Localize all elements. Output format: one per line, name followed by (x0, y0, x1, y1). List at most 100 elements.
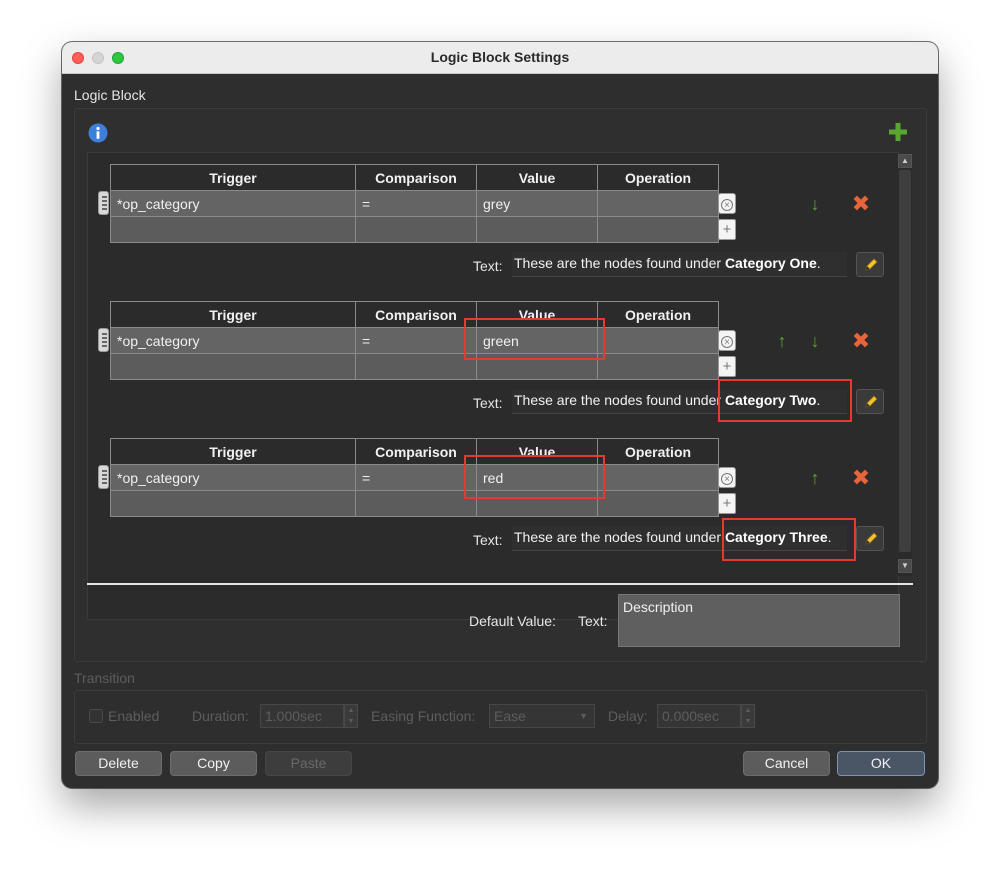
logic-table-3: Trigger Comparison Value Operation *op_c… (110, 438, 719, 517)
empty-operation-cell[interactable] (597, 490, 719, 517)
cancel-button[interactable]: Cancel (743, 751, 830, 776)
drag-handle[interactable] (98, 328, 109, 352)
enabled-checkbox[interactable] (89, 709, 103, 723)
separator (87, 583, 913, 585)
trigger-cell[interactable]: *op_category (110, 327, 356, 354)
text-prefix: These are the nodes found under (514, 255, 722, 271)
scrollbar-thumb[interactable] (899, 170, 911, 552)
text-prefix: These are the nodes found under (514, 392, 722, 408)
value-header: Value (476, 164, 598, 191)
move-down-arrow-down-icon[interactable]: ↓ (807, 332, 823, 350)
trigger-cell[interactable]: *op_category (110, 190, 356, 217)
highlight-box (464, 318, 605, 360)
trigger-header: Trigger (110, 301, 356, 328)
clear-row-button[interactable]: × (718, 330, 736, 351)
copy-button[interactable]: Copy (170, 751, 257, 776)
empty-trigger-cell[interactable] (110, 490, 356, 517)
remove-block-x-icon[interactable]: ✖ (851, 193, 871, 215)
clear-icon: × (721, 336, 733, 348)
comparison-header: Comparison (355, 164, 477, 191)
window-title: Logic Block Settings (430, 49, 570, 65)
trigger-header: Trigger (110, 438, 356, 465)
plus-icon: + (722, 221, 732, 238)
text-value[interactable]: These are the nodes found under Category… (512, 252, 847, 277)
comparison-cell[interactable]: = (355, 190, 477, 217)
delay-stepper[interactable]: ▲ ▼ (741, 704, 755, 728)
enabled-label: Enabled (108, 708, 160, 724)
chevron-down-icon: ▼ (579, 711, 588, 721)
delete-button[interactable]: Delete (75, 751, 162, 776)
remove-block-x-icon[interactable]: ✖ (851, 330, 871, 352)
operation-header: Operation (597, 438, 719, 465)
pencil-icon (865, 395, 878, 408)
operation-cell[interactable] (597, 464, 719, 491)
plus-icon: + (722, 495, 732, 512)
empty-trigger-cell[interactable] (110, 216, 356, 243)
operation-cell[interactable] (597, 327, 719, 354)
clear-icon: × (721, 473, 733, 485)
empty-trigger-cell[interactable] (110, 353, 356, 380)
easing-function-label: Easing Function: (371, 708, 476, 724)
default-value-label: Default Value: (469, 613, 556, 629)
drag-handle[interactable] (98, 465, 109, 489)
scroll-up-icon[interactable]: ▲ (898, 154, 912, 168)
pencil-icon (865, 258, 878, 271)
easing-selected-value: Ease (494, 708, 526, 724)
move-up-arrow-up-icon[interactable]: ↑ (807, 469, 823, 487)
empty-comparison-cell[interactable] (355, 216, 477, 243)
paste-button[interactable]: Paste (265, 751, 352, 776)
highlight-box (464, 455, 605, 499)
clear-row-button[interactable]: × (718, 467, 736, 488)
comparison-cell[interactable]: = (355, 327, 477, 354)
transition-label: Transition (74, 670, 135, 686)
scroll-down-icon[interactable]: ▼ (898, 559, 912, 573)
trigger-cell[interactable]: *op_category (110, 464, 356, 491)
delay-label: Delay: (608, 708, 648, 724)
text-label: Text: (473, 258, 503, 274)
duration-input[interactable]: 1.000sec (260, 704, 344, 728)
comparison-header: Comparison (355, 438, 477, 465)
text-bold: Category One (724, 255, 817, 271)
highlight-box (722, 518, 856, 561)
delay-input[interactable]: 0.000sec (657, 704, 741, 728)
edit-text-button[interactable] (856, 252, 884, 277)
value-cell[interactable]: grey (476, 190, 598, 217)
move-up-arrow-up-icon[interactable]: ↑ (774, 332, 790, 350)
default-text-label: Text: (578, 613, 608, 629)
vertical-scrollbar[interactable]: ▲ ▼ (898, 154, 912, 576)
text-suffix: . (816, 255, 821, 271)
empty-operation-cell[interactable] (597, 353, 719, 380)
move-down-arrow-down-icon[interactable]: ↓ (807, 195, 823, 213)
comparison-header: Comparison (355, 301, 477, 328)
empty-comparison-cell[interactable] (355, 490, 477, 517)
edit-text-button[interactable] (856, 389, 884, 414)
add-row-button[interactable]: + (718, 493, 736, 514)
operation-cell[interactable] (597, 190, 719, 217)
drag-handle[interactable] (98, 191, 109, 215)
empty-comparison-cell[interactable] (355, 353, 477, 380)
add-row-button[interactable]: + (718, 219, 736, 240)
logic-block-settings-window: Logic Block Settings Logic Block Trigger… (62, 42, 938, 788)
duration-stepper[interactable]: ▲ ▼ (344, 704, 358, 728)
info-icon[interactable] (88, 123, 108, 143)
duration-label: Duration: (192, 708, 249, 724)
logic-block-label: Logic Block (74, 87, 146, 103)
pencil-icon (865, 532, 878, 545)
empty-operation-cell[interactable] (597, 216, 719, 243)
empty-value-cell[interactable] (476, 216, 598, 243)
comparison-cell[interactable]: = (355, 464, 477, 491)
add-block-plus-icon[interactable] (889, 123, 907, 141)
plus-icon: + (722, 358, 732, 375)
trigger-header: Trigger (110, 164, 356, 191)
add-row-button[interactable]: + (718, 356, 736, 377)
remove-block-x-icon[interactable]: ✖ (851, 467, 871, 489)
clear-icon: × (721, 199, 733, 211)
logic-table-1: Trigger Comparison Value Operation *op_c… (110, 164, 719, 243)
ok-button[interactable]: OK (837, 751, 925, 776)
text-prefix: These are the nodes found under (514, 529, 722, 545)
text-label: Text: (473, 532, 503, 548)
default-description-field[interactable]: Description (618, 594, 900, 647)
edit-text-button[interactable] (856, 526, 884, 551)
clear-row-button[interactable]: × (718, 193, 736, 214)
easing-function-select[interactable]: Ease ▼ (489, 704, 595, 728)
